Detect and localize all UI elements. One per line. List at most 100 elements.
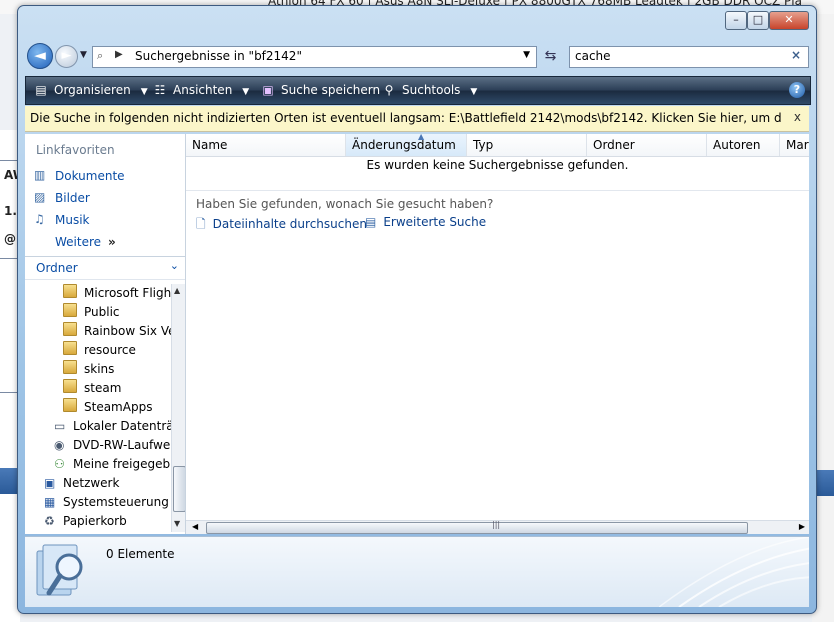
- column-folder[interactable]: Ordner: [587, 134, 707, 156]
- scroll-right-icon[interactable]: ▶: [799, 522, 805, 531]
- close-button[interactable]: ✕: [769, 11, 809, 30]
- favorite-documents[interactable]: Dokumente: [55, 169, 125, 183]
- folders-header[interactable]: Ordner ⌄: [25, 256, 185, 280]
- folder-tree: Microsoft Fligh Public Rainbow Six Ve re…: [25, 282, 171, 532]
- folder-icon: [63, 398, 77, 412]
- tree-item-label: Papierkorb: [63, 514, 127, 528]
- info-bar-text[interactable]: Die Suche in folgenden nicht indizierten…: [30, 111, 782, 125]
- background-letter: 1.: [4, 204, 17, 218]
- column-authors[interactable]: Autoren: [707, 134, 780, 156]
- tree-item[interactable]: SteamApps: [63, 398, 152, 417]
- help-button[interactable]: ?: [789, 82, 805, 98]
- info-bar[interactable]: Die Suche in folgenden nicht indizierten…: [25, 106, 809, 132]
- tree-item[interactable]: Rainbow Six Ve: [63, 322, 171, 341]
- folder-icon: [63, 360, 77, 374]
- tree-item[interactable]: steam: [63, 379, 121, 398]
- empty-results-message: Es wurden keine Suchergebnisse gefunden.: [366, 158, 629, 172]
- favorites-header: Linkfavoriten: [36, 143, 115, 157]
- save-search-button[interactable]: ▣ Suche speichern: [261, 77, 380, 104]
- shared-folder-icon: ⚇: [54, 457, 65, 471]
- folder-icon: [63, 341, 77, 355]
- advanced-search-icon: ▤: [365, 215, 377, 229]
- recent-pages-dropdown[interactable]: ▼: [80, 50, 87, 60]
- dropdown-arrow-icon: ▼: [242, 87, 250, 97]
- clear-search-icon[interactable]: ×: [791, 48, 801, 62]
- dropdown-arrow-icon: ▼: [470, 87, 478, 97]
- address-text: Suchergebnisse in "bf2142": [135, 49, 302, 63]
- advanced-search-label: Erweiterte Suche: [383, 215, 487, 229]
- folder-icon: [63, 379, 77, 393]
- tree-item-label: Systemsteuerung: [63, 495, 169, 509]
- tree-item[interactable]: ⚇ Meine freigegeb: [54, 455, 170, 474]
- results-horizontal-scrollbar[interactable]: ◀ ||| ▶: [186, 520, 809, 534]
- column-name[interactable]: Name: [186, 134, 346, 156]
- search-file-contents-link[interactable]: 🗋 Dateiinhalte durchsuchen: [196, 215, 367, 236]
- tree-item[interactable]: ◉ DVD-RW-Laufwe: [54, 436, 170, 455]
- minimize-button[interactable]: –: [725, 11, 747, 30]
- folder-icon: [63, 322, 77, 336]
- tree-item[interactable]: Public: [63, 303, 120, 322]
- address-bar[interactable]: ⌕ ▶ Suchergebnisse in "bf2142" ▼: [92, 46, 537, 68]
- column-headers: Name ▲ Änderungsdatum Typ Ordner Autoren …: [186, 134, 809, 157]
- folders-label: Ordner: [36, 261, 78, 275]
- views-icon: ☷: [154, 83, 166, 97]
- search-feedback-question: Haben Sie gefunden, wonach Sie gesucht h…: [196, 197, 494, 211]
- folder-tree-scrollbar[interactable]: ▲ ▼: [171, 284, 185, 532]
- tree-item-label: Rainbow Six Ve: [84, 324, 171, 338]
- details-pane: 0 Elemente: [25, 536, 809, 607]
- tree-item[interactable]: resource: [63, 341, 136, 360]
- forward-arrow-icon: ►: [61, 48, 72, 63]
- tree-item[interactable]: skins: [63, 360, 114, 379]
- search-tools-button[interactable]: ⚲ Suchtools ▼: [382, 77, 478, 104]
- more-label: Weitere: [55, 235, 102, 249]
- document-search-icon: 🗋: [196, 217, 206, 231]
- search-tools-label: Suchtools: [402, 83, 461, 97]
- organize-button[interactable]: ▤ Organisieren ▼: [34, 77, 148, 104]
- scroll-left-icon[interactable]: ◀: [192, 522, 198, 531]
- scroll-down-icon[interactable]: ▼: [174, 519, 180, 528]
- music-icon: ♫: [34, 212, 45, 226]
- network-icon: ▣: [44, 476, 56, 490]
- search-folder-icon: ⌕: [97, 49, 104, 62]
- tree-item[interactable]: ♻ Papierkorb: [44, 512, 127, 531]
- double-chevron-icon: »: [108, 235, 116, 249]
- scrollbar-thumb[interactable]: [173, 466, 185, 512]
- search-box[interactable]: cache ×: [569, 46, 809, 68]
- advanced-search-link[interactable]: ▤ Erweiterte Suche: [365, 215, 486, 229]
- tree-item[interactable]: Microsoft Fligh: [63, 284, 171, 303]
- tree-item-label: Public: [84, 305, 120, 319]
- tree-item-label: Meine freigegeb: [73, 457, 171, 471]
- explorer-window: – □ ✕ ◄ ► ▼ ⌕ ▶ Suchergebnisse in "bf214…: [17, 5, 817, 614]
- forward-button[interactable]: ►: [55, 45, 78, 68]
- search-folder-large-icon: [36, 544, 83, 596]
- pictures-icon: ▨: [34, 190, 46, 204]
- back-button[interactable]: ◄: [27, 43, 53, 69]
- search-input[interactable]: cache: [575, 49, 611, 63]
- refresh-button[interactable]: ⇆: [538, 46, 563, 66]
- favorite-music[interactable]: Musik: [55, 213, 90, 227]
- scroll-up-icon[interactable]: ▲: [174, 286, 180, 295]
- tree-item-label: Microsoft Fligh: [84, 286, 171, 300]
- column-date-modified[interactable]: ▲ Änderungsdatum: [346, 134, 467, 156]
- tree-item[interactable]: ▣ Netzwerk: [44, 474, 119, 493]
- column-type[interactable]: Typ: [467, 134, 587, 156]
- more-favorites-link[interactable]: Weitere »: [55, 235, 116, 249]
- views-button[interactable]: ☷ Ansichten ▼: [153, 77, 250, 104]
- info-bar-close-icon[interactable]: x: [794, 110, 801, 124]
- dropdown-arrow-icon: ▼: [140, 87, 148, 97]
- tree-item-label: skins: [84, 362, 115, 376]
- breadcrumb-chevron-icon[interactable]: ▶: [115, 49, 123, 60]
- address-dropdown-icon[interactable]: ▼: [523, 50, 530, 60]
- command-bar: ▤ Organisieren ▼ ☷ Ansichten ▼ ▣ Suche speich…: [25, 76, 811, 105]
- save-search-label: Suche speichern: [281, 83, 381, 97]
- tree-item[interactable]: ▭ Lokaler Datenträ: [54, 417, 171, 436]
- control-panel-icon: ▦: [44, 495, 56, 509]
- tree-item[interactable]: ▦ Systemsteuerung: [44, 493, 169, 512]
- scrollbar-thumb[interactable]: |||: [206, 520, 748, 534]
- documents-icon: ▥: [34, 168, 46, 182]
- hard-drive-icon: ▭: [54, 419, 66, 433]
- column-tags[interactable]: Mark: [780, 134, 809, 156]
- search-file-contents-label: Dateiinhalte durchsuchen: [212, 217, 367, 231]
- maximize-button[interactable]: □: [747, 11, 769, 30]
- favorite-pictures[interactable]: Bilder: [55, 191, 90, 205]
